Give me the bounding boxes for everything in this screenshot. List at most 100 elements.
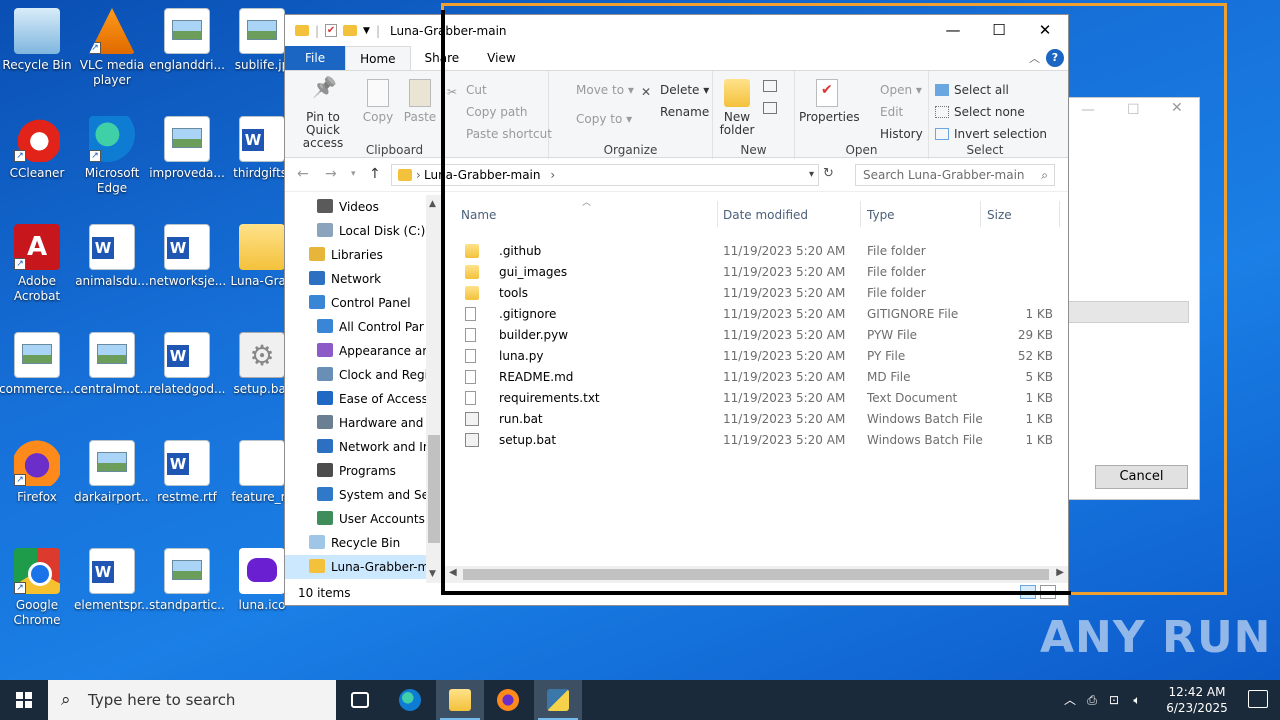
move-to-button[interactable]: Move to ▾ <box>557 83 634 97</box>
network-icon[interactable]: ⊡ <box>1104 680 1124 720</box>
tab-home[interactable]: Home <box>345 46 411 70</box>
nav-item[interactable]: Programs <box>285 459 426 483</box>
chevron-right-icon[interactable]: › <box>550 168 555 182</box>
minimize-button[interactable]: — <box>930 15 976 46</box>
table-row[interactable]: .gitignore 11/19/2023 5:20 AM GITIGNORE Fi… <box>461 304 1053 325</box>
nav-item[interactable]: Recycle Bin <box>285 531 426 555</box>
scroll-left-icon[interactable]: ◀ <box>449 567 457 578</box>
desktop-icon[interactable]: ↗ CCleaner <box>0 116 75 181</box>
address-bar[interactable]: › Luna-Grabber-main › ▾ <box>391 164 819 186</box>
nav-item[interactable]: Network and Ir <box>285 435 428 459</box>
paste-button[interactable]: Paste <box>401 79 439 124</box>
table-row[interactable]: run.bat 11/19/2023 5:20 AM Windows Batch F… <box>461 409 1053 430</box>
desktop-icon[interactable]: ↗ Microsoft Edge <box>74 116 150 196</box>
tab-file[interactable]: File <box>285 46 346 70</box>
breadcrumb-folder[interactable]: Luna-Grabber-main <box>424 168 541 182</box>
easy-access-button[interactable] <box>763 101 782 115</box>
scroll-thumb[interactable] <box>463 569 1049 580</box>
desktop-icon[interactable]: restme.rtf <box>149 440 225 505</box>
scroll-down-icon[interactable]: ▼ <box>429 569 436 579</box>
scroll-right-icon[interactable]: ▶ <box>1056 567 1064 578</box>
edit-button[interactable]: Edit <box>861 105 903 119</box>
desktop-icon[interactable]: standpartic... <box>149 548 225 613</box>
desktop-icon[interactable]: animalsdu... <box>74 224 150 289</box>
up-arrow-icon[interactable]: ↑ <box>369 166 381 182</box>
desktop-icon[interactable]: ↗ Google Chrome <box>0 548 75 628</box>
invert-selection-button[interactable]: Invert selection <box>935 127 1047 141</box>
tab-view[interactable]: View <box>473 46 529 70</box>
desktop-icon[interactable]: ↗ Adobe Acrobat <box>0 224 75 304</box>
maximize-icon[interactable]: ☐ <box>1127 102 1140 118</box>
nav-item[interactable]: Videos <box>285 195 426 219</box>
new-folder-icon[interactable] <box>343 25 358 36</box>
desktop-icon[interactable]: ↗ VLC media player <box>74 8 150 88</box>
column-header-date[interactable]: Date modified <box>723 203 808 227</box>
chevron-up-icon[interactable]: ︿ <box>1060 680 1080 720</box>
desktop-icon[interactable]: improveda... <box>149 116 225 181</box>
taskbar-python-app[interactable] <box>534 680 582 720</box>
table-row[interactable]: README.md 11/19/2023 5:20 AM MD File 5 KB <box>461 367 1053 388</box>
back-arrow-icon[interactable]: ← <box>297 166 309 182</box>
table-row[interactable]: builder.pyw 11/19/2023 5:20 AM PYW File 29 … <box>461 325 1053 346</box>
close-button[interactable]: ✕ <box>1022 15 1068 46</box>
desktop-icon[interactable]: ↗ Firefox <box>0 440 75 505</box>
recent-chevron-icon[interactable]: ▾ <box>351 169 356 179</box>
clock[interactable]: 12:42 AM 6/23/2025 <box>1162 684 1232 716</box>
nav-item[interactable]: Clock and Regi <box>285 363 428 387</box>
nav-item[interactable]: Libraries <box>285 243 426 267</box>
nav-item[interactable]: All Control Par <box>285 315 426 339</box>
open-button[interactable]: Open ▾ <box>861 83 922 97</box>
nav-scrollbar[interactable]: ▲ ▼ <box>426 195 442 583</box>
table-row[interactable]: setup.bat 11/19/2023 5:20 AM Windows Batch… <box>461 430 1053 451</box>
copy-button[interactable]: Copy <box>361 79 395 124</box>
taskbar-file-explorer[interactable] <box>436 680 484 720</box>
desktop-icon[interactable]: englanddri... <box>149 8 225 73</box>
table-row[interactable]: requirements.txt 11/19/2023 5:20 AM Text D… <box>461 388 1053 409</box>
forward-arrow-icon[interactable]: → <box>325 166 337 182</box>
desktop-icon[interactable]: relatedgod... <box>149 332 225 397</box>
rename-button[interactable]: Rename <box>641 105 709 119</box>
nav-item[interactable]: User Accounts <box>285 507 426 531</box>
cut-button[interactable]: ✂ Cut <box>447 83 487 99</box>
desktop-icon[interactable]: Recycle Bin <box>0 8 75 73</box>
device-icon[interactable]: ⎙ <box>1082 680 1102 720</box>
maximize-button[interactable]: ☐ <box>976 15 1022 46</box>
delete-button[interactable]: ✕ Delete ▾ <box>641 83 709 99</box>
copy-to-button[interactable]: Copy to ▾ <box>557 112 632 126</box>
column-header-type[interactable]: Type <box>867 203 895 227</box>
desktop-icon[interactable]: elementspr... <box>74 548 150 613</box>
table-row[interactable]: luna.py 11/19/2023 5:20 AM PY File 52 KB <box>461 346 1053 367</box>
nav-item[interactable]: Network <box>285 267 426 291</box>
taskbar-edge[interactable] <box>386 680 434 720</box>
table-row[interactable]: .github 11/19/2023 5:20 AM File folder <box>461 241 1041 262</box>
table-row[interactable]: gui_images 11/19/2023 5:20 AM File folder <box>461 262 1041 283</box>
copy-path-button[interactable]: Copy path <box>447 105 528 119</box>
minimize-icon[interactable]: — <box>1081 102 1095 118</box>
column-header-size[interactable]: Size <box>987 203 1012 227</box>
select-none-button[interactable]: Select none <box>935 105 1025 119</box>
search-input[interactable]: Search Luna-Grabber-main ⌕ <box>855 164 1055 186</box>
tab-share[interactable]: Share <box>411 46 474 70</box>
properties-button[interactable]: Properties <box>799 79 860 124</box>
nav-item[interactable]: Appearance an <box>285 339 430 363</box>
nav-item[interactable]: Hardware and <box>285 411 426 435</box>
history-button[interactable]: History <box>861 127 923 141</box>
nav-item[interactable]: Ease of Access <box>285 387 428 411</box>
column-header-name[interactable]: Name <box>461 203 496 227</box>
notification-icon[interactable] <box>1248 690 1268 708</box>
new-folder-button[interactable]: New folder <box>717 79 757 137</box>
desktop-icon[interactable]: networksje... <box>149 224 225 289</box>
scroll-up-icon[interactable]: ▲ <box>429 199 436 209</box>
select-all-button[interactable]: Select all <box>935 83 1009 97</box>
new-item-button[interactable] <box>763 79 782 93</box>
desktop-icon[interactable]: commerce.... <box>0 332 75 397</box>
cancel-button[interactable]: Cancel <box>1095 465 1188 489</box>
large-icons-view-icon[interactable] <box>1040 585 1056 599</box>
refresh-icon[interactable]: ↻ <box>823 166 834 181</box>
pin-quick-access-button[interactable]: Pin to Quick access <box>289 79 357 150</box>
nav-item[interactable]: System and Se <box>285 483 429 507</box>
scroll-thumb[interactable] <box>428 435 440 543</box>
nav-item[interactable]: Control Panel <box>285 291 426 315</box>
taskbar-search-input[interactable]: ⌕ Type here to search <box>48 680 336 720</box>
help-icon[interactable]: ? <box>1046 49 1064 67</box>
